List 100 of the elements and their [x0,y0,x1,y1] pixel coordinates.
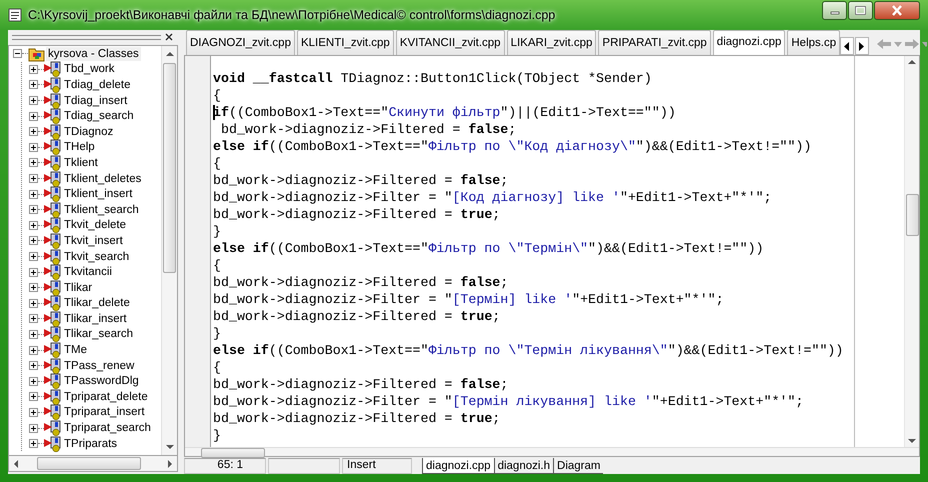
code-line: if((ComboBox1->Text=="Скинути фільтр")||(Edit1->Text=="")) [213,104,677,121]
expand-icon[interactable] [29,142,38,152]
class-icon [44,202,62,218]
tree-item[interactable]: THelp [62,140,97,154]
class-icon [44,154,62,171]
code-line: bd_work->diagnoziz->Filtered = true; [213,410,502,427]
tree-item[interactable]: TDiagnoz [62,124,116,139]
expand-icon[interactable] [29,174,38,184]
tree-item[interactable]: Tkvit_insert [62,234,125,248]
tree-item[interactable]: TPasswordDlg [62,374,141,388]
tree-item[interactable]: Tkvit_search [62,250,132,264]
tree-item[interactable]: Tdiag_search [62,109,136,124]
expand-icon[interactable] [29,392,38,402]
code-line: bd_work->diagnoziz->Filtered = false; [213,376,510,393]
tree-item[interactable]: kyrsova - Classes [46,46,141,61]
tree-item[interactable]: Tlikar_delete [62,296,132,310]
class-icon [44,124,62,140]
tree-item[interactable]: Tpriparat_insert [62,405,147,420]
tree-item[interactable]: Tklient [62,156,100,170]
file-tab[interactable]: KLIENTI_zvit.cpp [296,30,394,55]
class-icon [44,358,62,374]
expand-icon[interactable] [29,283,38,292]
expand-icon[interactable] [29,252,38,262]
scroll-right-button[interactable] [855,37,870,55]
file-tab[interactable]: Diagram [553,458,604,474]
code-line: { [213,87,222,104]
expand-icon[interactable] [29,205,38,214]
expand-icon[interactable] [29,424,38,433]
code-line: bd_work->diagnoziz->Filter = "[Термін] like '"+Edit1->Text+"*'"; [213,291,725,308]
tree-item[interactable]: TMe [62,343,89,358]
expand-icon[interactable] [29,314,38,324]
minimize-button[interactable] [822,1,847,20]
vertical-scrollbar[interactable] [904,56,919,447]
maximize-button[interactable] [848,1,873,20]
code-line: bd_work->diagnoziz->Filter = "[Код діагнозу] like '"+Edit1->Text+"*'"; [213,189,773,206]
tree-item[interactable]: Tlikar_insert [62,312,129,326]
class-icon [44,264,62,280]
file-tab[interactable]: PRIPARATI_zvit.cpp [598,30,711,55]
file-tab[interactable]: diagnozi.cpp [712,30,786,55]
expand-icon[interactable] [29,96,38,106]
expand-icon[interactable] [29,439,38,448]
code-editor[interactable] [184,55,920,457]
expand-icon[interactable] [29,330,38,339]
tree-item[interactable]: Tklient_search [62,202,141,217]
class-icon [44,420,62,436]
file-tab[interactable]: KVITANCII_zvit.cpp [396,30,505,55]
expand-icon[interactable] [29,408,38,417]
expand-icon[interactable] [29,127,38,136]
expand-icon[interactable] [29,236,38,246]
left-triangle-icon [844,42,850,50]
class-icon [44,232,62,249]
scroll-left-button[interactable] [840,37,854,55]
collapse-icon[interactable] [13,49,22,58]
code-line: { [213,257,222,274]
tree-item[interactable]: Tlikar_search [62,327,136,342]
expand-icon[interactable] [29,80,38,90]
class-icon [44,310,62,327]
right-triangle-icon [859,42,866,50]
file-tab[interactable]: diagnozi.h [494,458,554,474]
text-cursor [213,105,215,120]
expand-icon[interactable] [29,220,38,230]
expand-icon[interactable] [29,298,38,308]
tree-item[interactable]: Tdiag_insert [62,94,130,108]
tree-item[interactable]: Tpriparat_search [62,421,153,436]
code-line: } [213,325,222,342]
expand-icon[interactable] [29,361,38,370]
tree-item[interactable]: Tkvit_delete [62,218,128,232]
file-tab[interactable]: diagnozi.cpp [422,458,494,474]
tree-item[interactable]: TPriparats [62,436,120,451]
class-icon [44,373,62,390]
code-line: bd_work->diagnoziz->Filtered = true; [213,308,502,325]
close-button[interactable] [874,1,920,20]
class-icon [44,388,62,405]
code-line: bd_work->diagnoziz->Filtered = false; [213,274,510,291]
expand-icon[interactable] [29,112,38,121]
app-icon [8,8,22,22]
code-line: void __fastcall TDiagnoz::Button1Click(TObject *Sender) [213,70,653,87]
tree-item[interactable]: Tklient_deletes [62,172,144,186]
file-tab[interactable]: LIKARI_zvit.cpp [506,30,596,55]
expand-icon[interactable] [29,346,38,355]
vertical-scrollbar[interactable] [161,46,177,455]
tree-item[interactable]: Tbd_work [62,62,116,76]
file-tab[interactable]: DIAGNOZI_zvit.cpp [186,30,295,55]
expand-icon[interactable] [29,268,38,277]
expand-icon[interactable] [29,158,38,168]
tree-item[interactable]: Tlikar [62,280,94,295]
tree-item[interactable]: Tdiag_delete [62,78,132,92]
file-tab[interactable]: Helps.cp [787,30,840,55]
tree-item[interactable]: TPass_renew [62,358,136,373]
code-line: else if((ComboBox1->Text=="Фільтр по \"Термін лікування\"")&&(Edit1->Text!="")) [213,342,844,359]
expand-icon[interactable] [29,376,38,386]
code-line: } [213,427,222,444]
tree-item[interactable]: Tkvitancii [62,265,114,280]
window-title: C:\Kyrsovij_proekt\Виконавчі файли та БД\new\Потрібне\Medical© control\forms\diagnozi.cpp [28,6,556,24]
tree-item[interactable]: Tpriparat_delete [62,390,150,404]
expand-icon[interactable] [29,190,38,199]
code-line: } [213,223,222,240]
horizontal-scrollbar[interactable] [8,456,178,472]
tree-item[interactable]: Tklient_insert [62,187,134,202]
expand-icon[interactable] [29,64,38,74]
